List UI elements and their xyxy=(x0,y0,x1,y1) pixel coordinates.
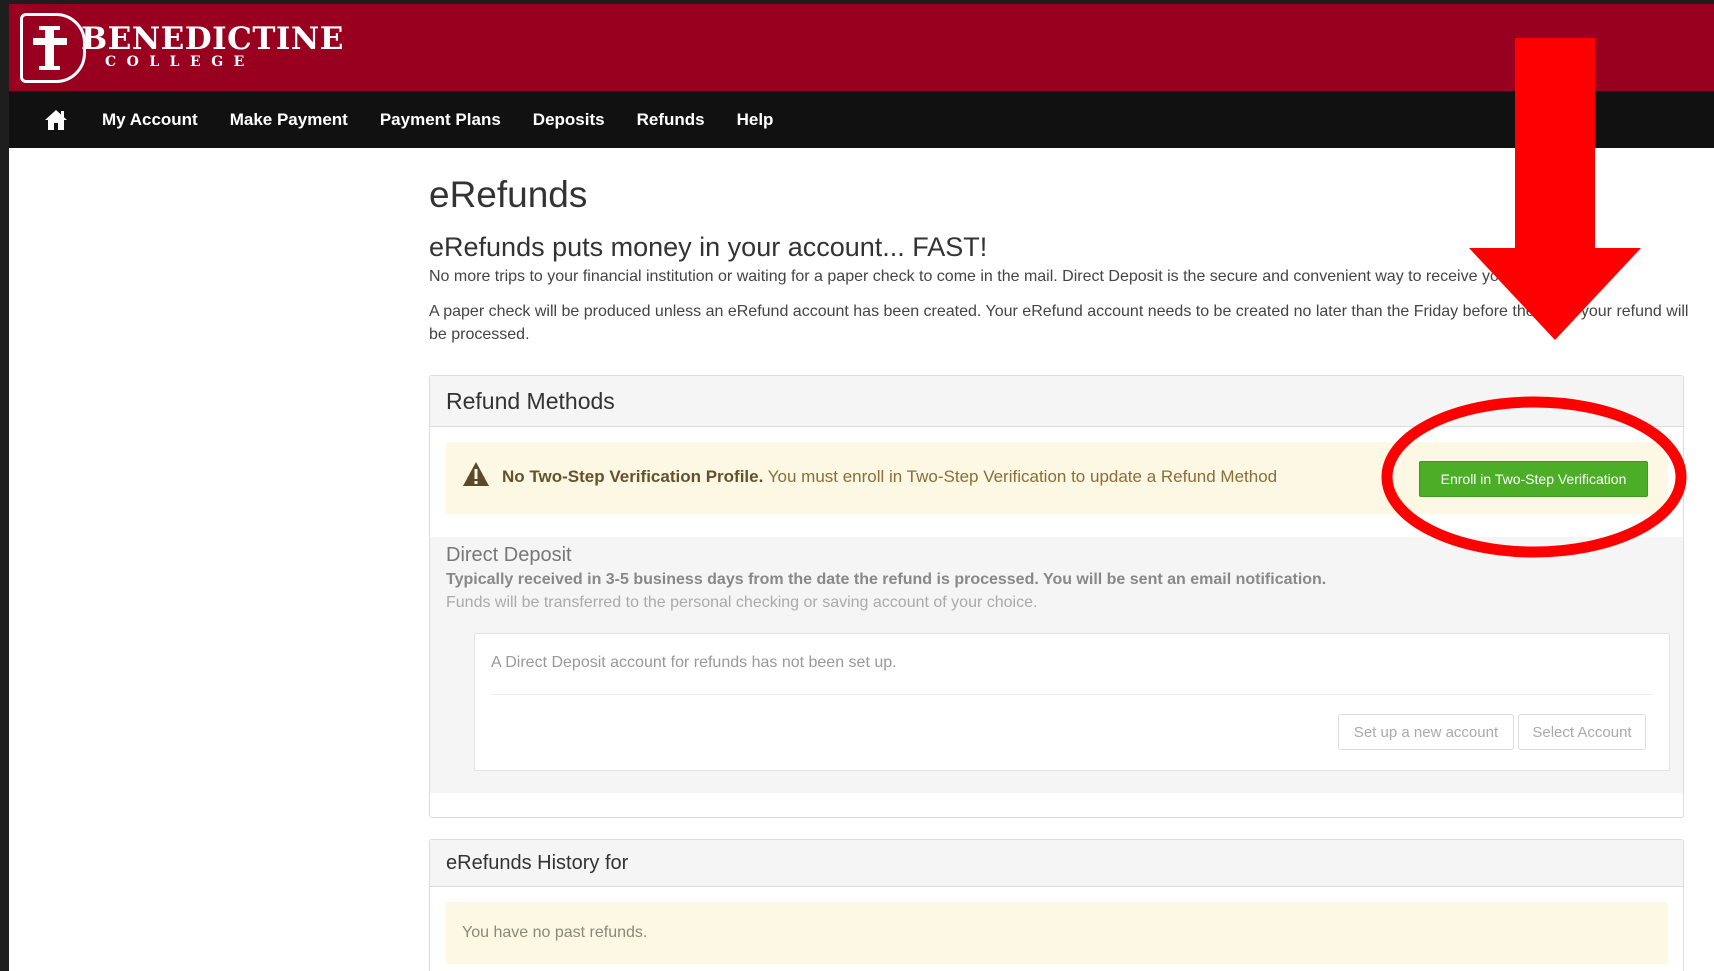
refund-history-heading: eRefunds History for xyxy=(430,840,1683,887)
college-wordmark[interactable]: BENEDICTINE COLLEGE xyxy=(81,21,344,70)
refund-methods-panel: Refund Methods No Two-Step Verification … xyxy=(429,375,1684,818)
no-refunds-alert: You have no past refunds. xyxy=(446,902,1668,964)
nav-payment-plans[interactable]: Payment Plans xyxy=(380,110,501,130)
enroll-two-step-button[interactable]: Enroll in Two-Step Verification xyxy=(1419,461,1648,497)
direct-deposit-title: Direct Deposit xyxy=(446,544,572,566)
nav-refunds[interactable]: Refunds xyxy=(637,110,705,130)
direct-deposit-section: Direct Deposit Typically received in 3-5… xyxy=(430,537,1683,793)
warning-message: No Two-Step Verification Profile. You mu… xyxy=(502,467,1277,487)
page-subheading: eRefunds puts money in your account... F… xyxy=(429,232,988,262)
warning-detail-text: You must enroll in Two-Step Verification… xyxy=(767,467,1278,486)
nav-make-payment[interactable]: Make Payment xyxy=(230,110,348,130)
intro-paragraph: No more trips to your financial institut… xyxy=(429,268,1568,285)
direct-deposit-status: A Direct Deposit account for refunds has… xyxy=(491,654,897,671)
direct-deposit-card: A Direct Deposit account for refunds has… xyxy=(474,633,1670,771)
wordmark-line1: BENEDICTINE xyxy=(81,21,344,57)
refund-history-panel: eRefunds History for You have no past re… xyxy=(429,839,1684,971)
wordmark-line2: COLLEGE xyxy=(105,54,255,70)
divider xyxy=(491,694,1653,695)
page: BENEDICTINE COLLEGE My Account Make Paym… xyxy=(9,4,1714,971)
two-step-warning-alert: No Two-Step Verification Profile. You mu… xyxy=(446,442,1668,514)
warning-triangle-icon xyxy=(463,462,489,486)
nav-my-account[interactable]: My Account xyxy=(102,110,198,130)
page-title: eRefunds xyxy=(429,174,588,215)
warning-bold-text: No Two-Step Verification Profile. xyxy=(502,467,764,486)
nav-help[interactable]: Help xyxy=(737,110,774,130)
college-logo-mark[interactable] xyxy=(20,13,86,83)
direct-deposit-description: Funds will be transferred to the persona… xyxy=(446,594,1038,611)
brand-bar: BENEDICTINE COLLEGE xyxy=(9,4,1714,91)
paper-check-paragraph: A paper check will be produced unless an… xyxy=(429,303,1689,343)
cross-logo-icon xyxy=(33,26,67,70)
direct-deposit-timing: Typically received in 3-5 business days … xyxy=(446,571,1327,588)
setup-new-account-button[interactable]: Set up a new account xyxy=(1338,714,1514,750)
select-account-button[interactable]: Select Account xyxy=(1518,714,1646,750)
main-nav: My Account Make Payment Payment Plans De… xyxy=(9,91,1714,148)
home-icon xyxy=(45,109,67,130)
refund-methods-heading: Refund Methods xyxy=(430,376,1683,427)
nav-home-button[interactable] xyxy=(43,109,69,131)
nav-deposits[interactable]: Deposits xyxy=(533,110,605,130)
